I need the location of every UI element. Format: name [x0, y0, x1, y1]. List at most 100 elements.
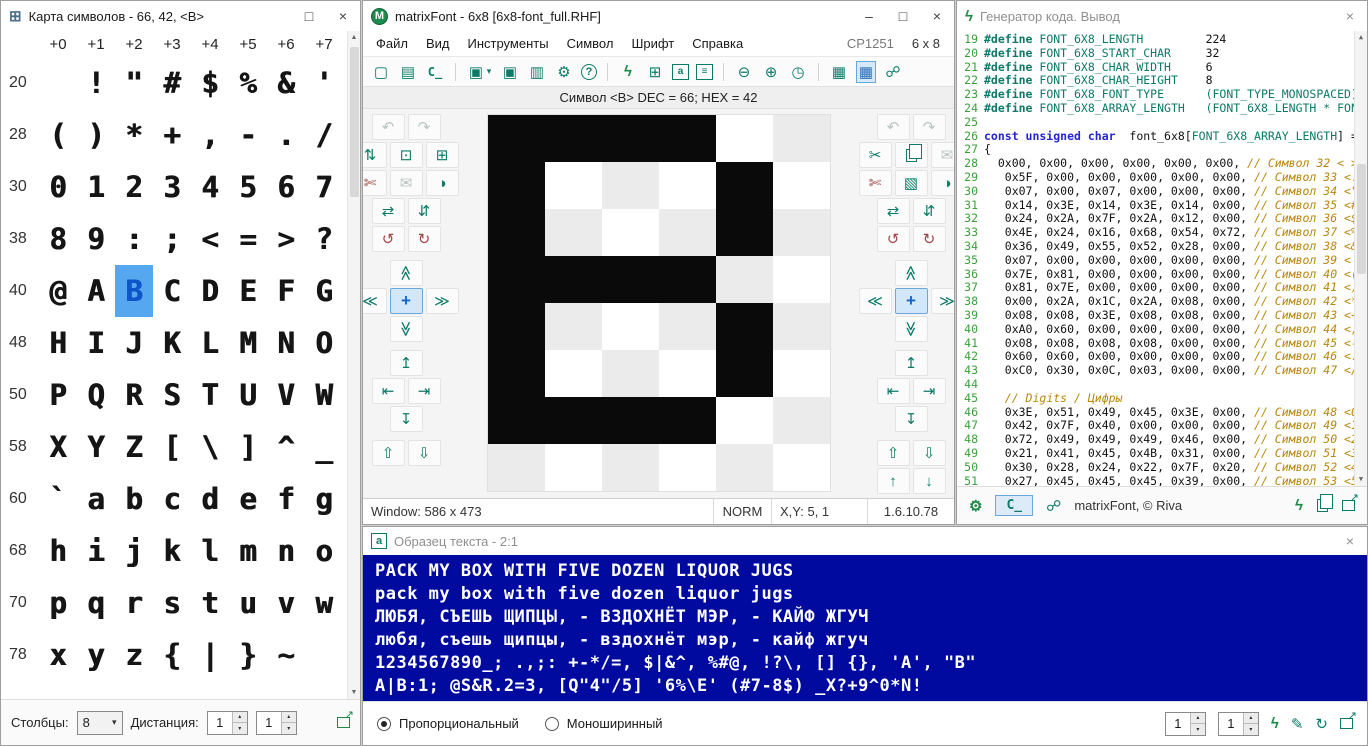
paste-icon[interactable]: ✉: [931, 142, 955, 168]
char-cell[interactable]: $: [191, 57, 229, 109]
char-grid[interactable]: +0+1+2+3+4+5+6+720 !"#$%&'28()*+,-./3001…: [3, 31, 344, 699]
shift-right-icon[interactable]: ≫: [931, 288, 955, 314]
spin-down-icon[interactable]: ▾: [282, 723, 296, 734]
charmap-scrollbar[interactable]: ▲ ▼: [347, 31, 360, 699]
pixel-cell[interactable]: [545, 303, 602, 350]
char-cell[interactable]: m: [229, 525, 267, 577]
char-cell[interactable]: i: [77, 525, 115, 577]
monospaced-radio[interactable]: [545, 717, 559, 731]
char-cell[interactable]: r: [115, 577, 153, 629]
char-cell[interactable]: z: [115, 629, 153, 681]
link-icon[interactable]: ☍: [1046, 497, 1061, 515]
invert-icon[interactable]: ◑: [931, 170, 955, 196]
spin-up-icon[interactable]: ▴: [233, 712, 247, 724]
scroll-down-icon[interactable]: ▼: [348, 686, 360, 699]
pixel-cell[interactable]: [659, 256, 716, 303]
char-cell[interactable]: J: [115, 317, 153, 369]
char-cell[interactable]: e: [229, 473, 267, 525]
pixel-cell[interactable]: [773, 350, 830, 397]
zoom-out-icon[interactable]: ⊖: [734, 61, 754, 83]
shift-left-icon[interactable]: ≪: [859, 288, 892, 314]
char-cell[interactable]: 0: [39, 161, 77, 213]
zoom-fit-icon[interactable]: ◷: [788, 61, 808, 83]
char-cell[interactable]: C: [153, 265, 191, 317]
char-cell[interactable]: #: [153, 57, 191, 109]
open-font-icon[interactable]: ▤: [398, 61, 418, 83]
charmap-window-toggle-icon[interactable]: ⊞: [645, 61, 665, 83]
spin-down-icon[interactable]: ▾: [233, 723, 247, 734]
char-cell[interactable]: 4: [191, 161, 229, 213]
save-as-icon[interactable]: ▣: [500, 61, 520, 83]
char-cell[interactable]: h: [39, 525, 77, 577]
menu-item-2[interactable]: Вид: [417, 33, 459, 54]
pixel-cell[interactable]: [716, 256, 773, 303]
char-cell[interactable]: ,: [191, 109, 229, 161]
next-char-icon[interactable]: ↓: [913, 468, 946, 494]
pixel-cell[interactable]: [602, 303, 659, 350]
refresh-icon[interactable]: ↻: [1315, 715, 1328, 733]
spin-up-icon[interactable]: ▴: [1191, 713, 1205, 725]
char-cell[interactable]: a: [77, 473, 115, 525]
pixel-cell[interactable]: [773, 303, 830, 350]
code-scrollbar[interactable]: ▲ ▼: [1354, 31, 1367, 486]
char-cell[interactable]: +: [153, 109, 191, 161]
cut-icon[interactable]: ✂: [859, 142, 892, 168]
pixel-cell[interactable]: [659, 115, 716, 162]
link-panels-icon[interactable]: ☍: [883, 61, 903, 83]
char-cell[interactable]: @: [39, 265, 77, 317]
char-cell[interactable]: b: [115, 473, 153, 525]
pixel-cell[interactable]: [488, 256, 545, 303]
pixel-cell[interactable]: [488, 444, 545, 491]
export-charmap-icon[interactable]: [337, 717, 350, 728]
spin-down-icon[interactable]: ▾: [1244, 724, 1258, 735]
char-cell[interactable]: =: [229, 213, 267, 265]
paste-glyph-icon[interactable]: ✉: [390, 170, 423, 196]
char-cell[interactable]: !: [77, 57, 115, 109]
char-cell[interactable]: [39, 57, 77, 109]
pixel-cell[interactable]: [545, 256, 602, 303]
pixel-cell[interactable]: [545, 115, 602, 162]
char-cell[interactable]: d: [191, 473, 229, 525]
output-window-toggle-icon[interactable]: ≡: [696, 64, 713, 80]
roll-up-icon[interactable]: ⇧: [372, 440, 405, 466]
char-cell[interactable]: t: [191, 577, 229, 629]
char-cell[interactable]: s: [153, 577, 191, 629]
pixel-cell[interactable]: [602, 209, 659, 256]
maximize-button[interactable]: □: [886, 1, 920, 31]
pixel-cell[interactable]: [716, 209, 773, 256]
pixel-cell[interactable]: [659, 397, 716, 444]
export-code-icon[interactable]: [1342, 500, 1355, 511]
char-cell[interactable]: O: [305, 317, 343, 369]
char-cell[interactable]: 5: [229, 161, 267, 213]
roll-up-icon[interactable]: ⇧: [877, 440, 910, 466]
undo-icon[interactable]: ↶: [372, 114, 405, 140]
char-cell[interactable]: H: [39, 317, 77, 369]
char-cell[interactable]: ": [115, 57, 153, 109]
pixel-cell[interactable]: [545, 162, 602, 209]
redo-icon[interactable]: ↷: [913, 114, 946, 140]
char-cell[interactable]: -: [229, 109, 267, 161]
char-cell[interactable]: ~: [267, 629, 305, 681]
crop-icon[interactable]: ⊡: [390, 142, 423, 168]
char-cell[interactable]: 3: [153, 161, 191, 213]
pixel-cell[interactable]: [659, 350, 716, 397]
char-cell[interactable]: M: [229, 317, 267, 369]
pixel-cell[interactable]: [602, 115, 659, 162]
import-image-icon[interactable]: ▧: [895, 170, 928, 196]
char-cell[interactable]: c: [153, 473, 191, 525]
scale-x-spinner[interactable]: 1 ▴▾: [1165, 712, 1206, 736]
export-font-icon[interactable]: ▥: [527, 61, 547, 83]
columns-select[interactable]: 8 ▾: [77, 711, 123, 735]
char-cell[interactable]: x: [39, 629, 77, 681]
char-cell[interactable]: ?: [305, 213, 343, 265]
pixel-cell[interactable]: [488, 115, 545, 162]
undo-icon[interactable]: ↶: [877, 114, 910, 140]
char-cell[interactable]: &: [267, 57, 305, 109]
menu-item-4[interactable]: Символ: [558, 33, 623, 54]
close-button[interactable]: ×: [920, 1, 954, 31]
char-cell[interactable]: L: [191, 317, 229, 369]
pixel-cell[interactable]: [488, 303, 545, 350]
char-cell[interactable]: K: [153, 317, 191, 369]
pixel-cell[interactable]: [659, 209, 716, 256]
flip-horizontal-icon[interactable]: ⇄: [877, 198, 910, 224]
